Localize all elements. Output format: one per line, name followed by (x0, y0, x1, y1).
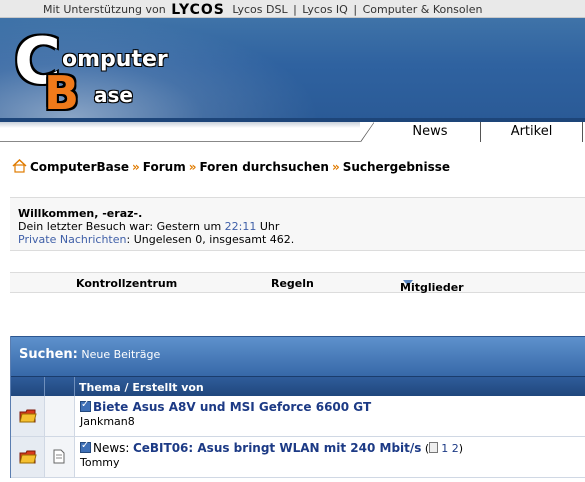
thread-checkbox-icon[interactable] (80, 399, 91, 412)
logo-letter-b: B (44, 66, 80, 120)
col-status (11, 377, 45, 397)
page-link-2[interactable]: 2 (452, 442, 459, 455)
document-icon (53, 449, 65, 464)
tabs-shadow (0, 122, 360, 128)
table-row: Biete Asus A8V und MSI Geforce 6600 GT J… (11, 396, 585, 437)
nav-mitglieder[interactable]: Mitglieder (400, 277, 464, 294)
results-label: Suchen: (19, 347, 78, 362)
tab-artikel[interactable]: Artikel (480, 122, 582, 142)
results-column-header: Thema / Erstellt von (11, 376, 585, 397)
last-visit-suffix: Uhr (259, 220, 280, 233)
pm-status: : Ungelesen 0, insgesamt 462. (126, 233, 295, 246)
new-posts-folder-icon[interactable] (19, 449, 37, 465)
nav-regeln[interactable]: Regeln (271, 277, 314, 290)
breadcrumb-forum[interactable]: Forum (143, 160, 186, 174)
welcome-box: Willkommen, -eraz-. Dein letzter Besuch … (10, 197, 585, 251)
col-thema[interactable]: Thema / Erstellt von (79, 381, 204, 394)
thread-checkbox-icon[interactable] (80, 440, 91, 453)
table-row: News: CeBIT06: Asus bringt WLAN mit 240 … (11, 437, 585, 478)
sponsor-prefix: Mit Unterstützung von (43, 3, 166, 16)
breadcrumb-suchergebnisse: Suchergebnisse (342, 160, 450, 174)
header-banner: C omputer B ase (0, 18, 585, 122)
separator: | (353, 3, 358, 16)
sponsor-bar: Mit Unterstützung von LYCOS Lycos DSL | … (0, 0, 585, 18)
breadcrumb-foren-durchsuchen[interactable]: Foren durchsuchen (199, 160, 328, 174)
breadcrumb-separator: » (132, 160, 140, 174)
breadcrumb-computerbase[interactable]: ComputerBase (30, 160, 129, 174)
main-tabs: News Artikel (0, 122, 585, 142)
last-visit-line: Dein letzter Besuch war: Gestern um 22:1… (18, 220, 585, 233)
nav-kontrollzentrum[interactable]: Kontrollzentrum (76, 277, 177, 290)
thread-author[interactable]: Jankman8 (80, 415, 585, 428)
link-lycos-dsl[interactable]: Lycos DSL (232, 3, 287, 16)
welcome-heading: Willkommen, -eraz-. (18, 207, 143, 220)
breadcrumb: ComputerBase» Forum» Foren durchsuchen» Suc… (12, 159, 450, 174)
last-visit-time: 22:11 (224, 220, 257, 233)
multipage-icon (429, 442, 439, 453)
page-link-1[interactable]: 1 (441, 442, 448, 455)
logo-word-ase: ase (94, 83, 133, 107)
separator: | (293, 3, 297, 16)
lycos-logo[interactable]: LYCOS (171, 2, 225, 18)
thread-title-link[interactable]: Biete Asus A8V und MSI Geforce 6600 GT (93, 400, 371, 414)
col-icon (45, 377, 75, 397)
last-visit-prefix: Dein letzter Besuch war: Gestern um (18, 220, 222, 233)
thread-prefix: News: (93, 441, 130, 455)
results-value: Neue Beiträge (81, 348, 161, 361)
link-computer-konsolen[interactable]: Computer & Konsolen (363, 3, 483, 16)
home-icon[interactable] (12, 159, 27, 173)
thread-title-link[interactable]: CeBIT06: Asus bringt WLAN mit 240 Mbit/s (133, 441, 421, 455)
tab-news[interactable]: News (360, 122, 480, 142)
nav-mitglieder-label: Mitglieder (400, 281, 464, 294)
search-results: Suchen: Neue Beiträge Thema / Erstellt v… (10, 336, 585, 478)
thread-author[interactable]: Tommy (80, 456, 585, 469)
breadcrumb-separator: » (188, 160, 197, 174)
computerbase-logo[interactable]: C omputer B ase (14, 28, 168, 122)
page-links: (1 2) (424, 442, 463, 455)
results-header: Suchen: Neue Beiträge (11, 336, 585, 376)
pm-line: Private Nachrichten: Ungelesen 0, insges… (18, 233, 585, 246)
link-lycos-iq[interactable]: Lycos IQ (302, 3, 348, 16)
forum-navbar: Kontrollzentrum Regeln Mitglieder (10, 272, 585, 294)
new-posts-folder-icon[interactable] (19, 408, 37, 424)
private-messages-link[interactable]: Private Nachrichten (18, 233, 127, 246)
breadcrumb-separator: » (331, 160, 340, 174)
